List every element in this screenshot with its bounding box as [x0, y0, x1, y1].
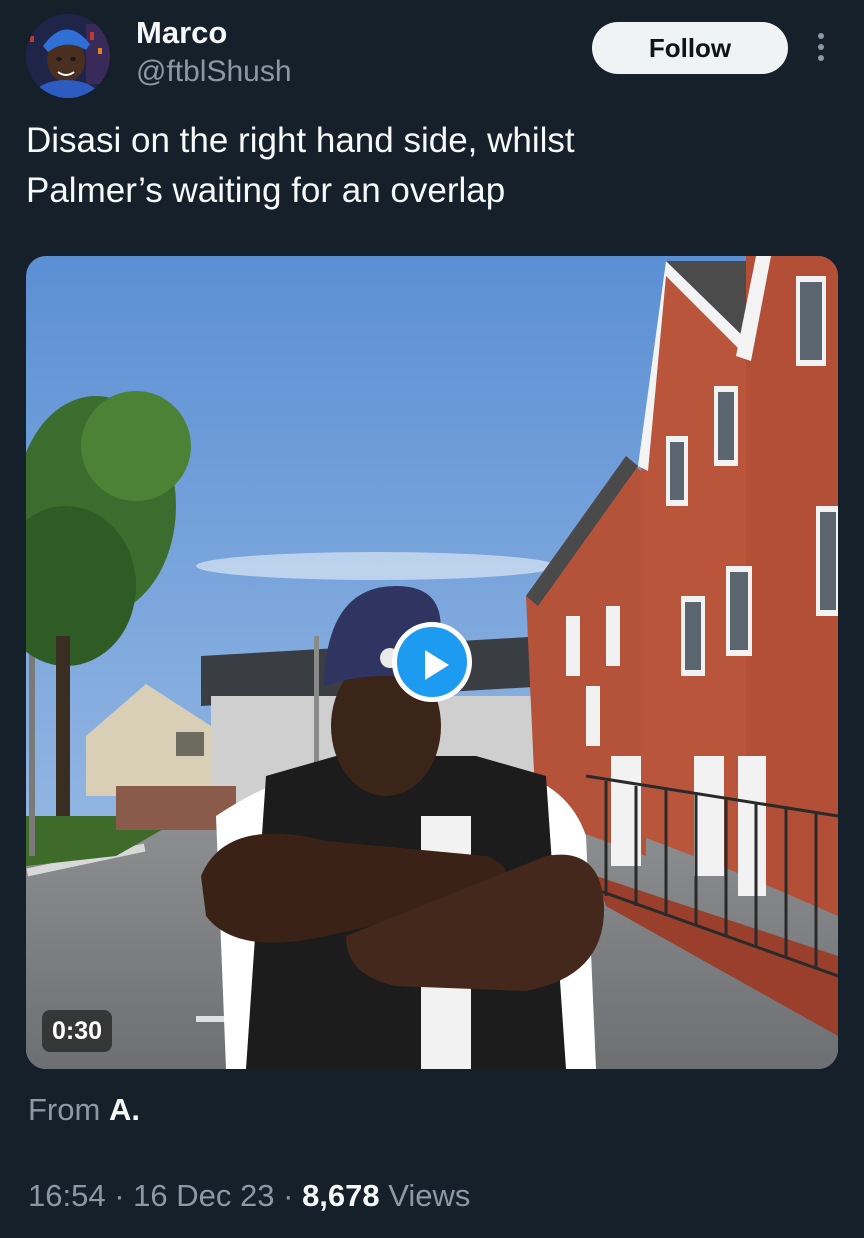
- play-icon: [425, 650, 449, 680]
- views-count: 8,678: [302, 1178, 380, 1213]
- meta-separator: ·: [114, 1178, 125, 1213]
- attribution-prefix: From: [28, 1092, 101, 1127]
- tweet-text-line-2: Palmer’s waiting for an overlap: [26, 171, 506, 210]
- follow-button[interactable]: Follow: [592, 22, 788, 74]
- more-options-icon[interactable]: [806, 30, 836, 64]
- video-duration-badge: 0:30: [42, 1010, 113, 1052]
- tweet-date[interactable]: 16 Dec 23: [133, 1178, 274, 1213]
- avatar-image: [26, 14, 110, 98]
- views-label: Views: [388, 1178, 471, 1213]
- meta-separator: ·: [283, 1178, 294, 1213]
- play-button[interactable]: [392, 622, 472, 702]
- tweet-text-line-1: Disasi on the right hand side, whilst: [26, 121, 575, 160]
- avatar[interactable]: [26, 14, 110, 98]
- attribution-line: From A.: [28, 1092, 140, 1128]
- video-player[interactable]: 0:30: [26, 256, 838, 1069]
- tweet-text: Disasi on the right hand side, whilst Pa…: [26, 116, 836, 216]
- author-handle[interactable]: @ftblShush: [136, 54, 292, 90]
- tweet-time[interactable]: 16:54: [28, 1178, 106, 1213]
- author-display-name[interactable]: Marco: [136, 14, 227, 52]
- attribution-user-link[interactable]: A.: [109, 1092, 140, 1127]
- tweet-meta: 16:54 · 16 Dec 23 · 8,678 Views: [28, 1178, 470, 1214]
